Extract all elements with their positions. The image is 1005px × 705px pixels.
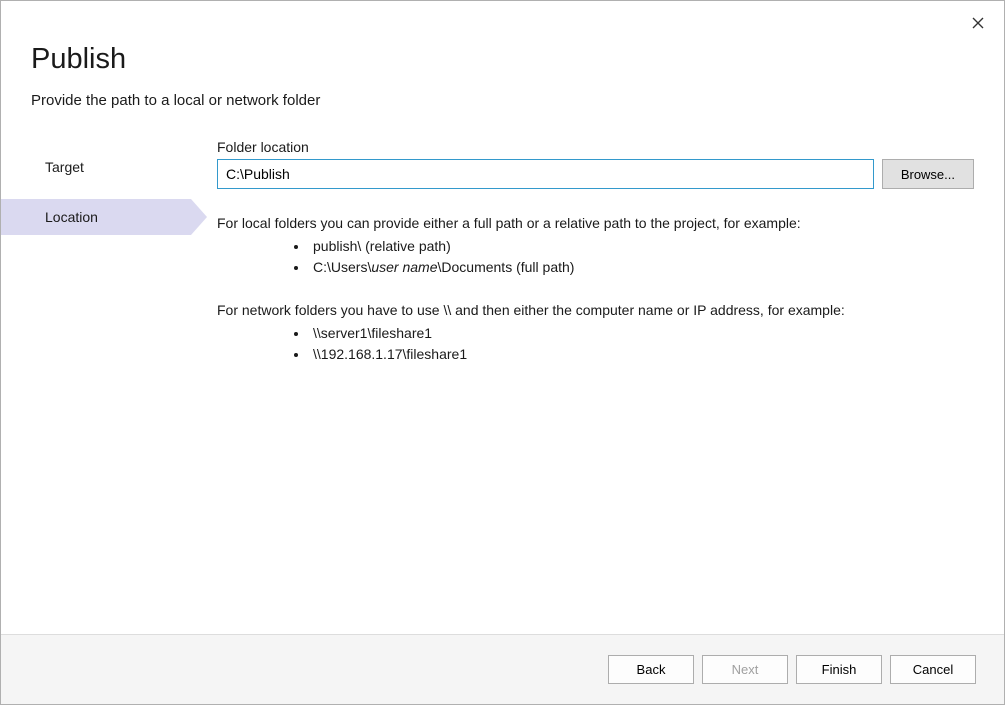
help-network-example-2: \\192.168.1.17\fileshare1 — [309, 344, 974, 365]
cancel-button[interactable]: Cancel — [890, 655, 976, 684]
help-network-example-1: \\server1\fileshare1 — [309, 323, 974, 344]
folder-location-label: Folder location — [217, 139, 974, 155]
help-network-intro: For network folders you have to use \\ a… — [217, 300, 974, 321]
back-button[interactable]: Back — [608, 655, 694, 684]
close-icon — [972, 17, 984, 29]
finish-button[interactable]: Finish — [796, 655, 882, 684]
browse-button[interactable]: Browse... — [882, 159, 974, 189]
next-button: Next — [702, 655, 788, 684]
wizard-footer: Back Next Finish Cancel — [1, 634, 1004, 704]
sidebar-item-target[interactable]: Target — [1, 149, 191, 185]
help-local-example-1: publish\ (relative path) — [309, 236, 974, 257]
folder-location-input[interactable] — [217, 159, 874, 189]
page-title: Publish — [31, 43, 974, 76]
help-local-intro: For local folders you can provide either… — [217, 213, 974, 234]
wizard-sidebar: Target Location — [1, 139, 201, 634]
page-subtitle: Provide the path to a local or network f… — [31, 92, 974, 109]
close-button[interactable] — [964, 9, 992, 37]
help-local-example-2: C:\Users\user name\Documents (full path) — [309, 257, 974, 278]
sidebar-item-location[interactable]: Location — [1, 199, 191, 235]
